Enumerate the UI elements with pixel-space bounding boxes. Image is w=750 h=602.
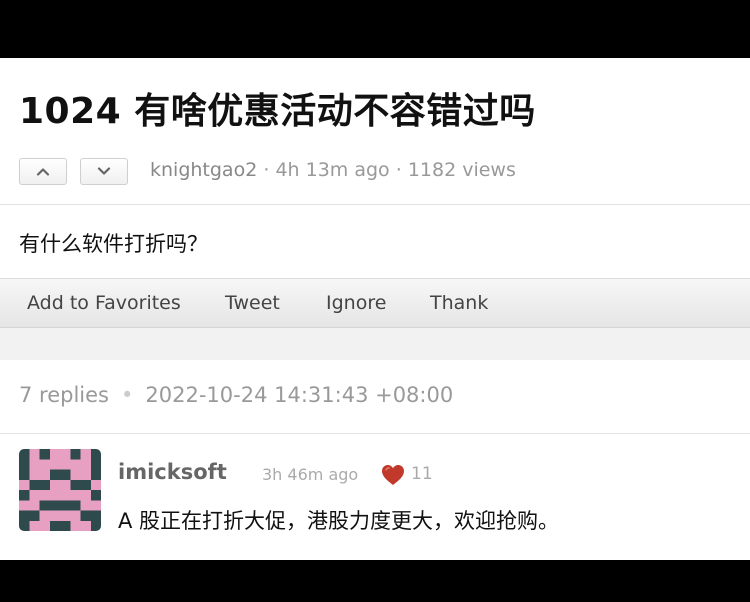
topic-box: 1024 有啥优惠活动不容错过吗 knightgao2 · 4h 13m ago… [0,58,750,328]
upvote-button[interactable] [19,158,67,185]
replies-box: 7 replies • 2022-10-24 14:31:43 +08:00 i… [0,360,750,560]
chevron-down-icon [97,167,111,175]
reply-time: 3h 46m ago [262,465,359,484]
meta-separator: · [395,159,408,181]
thank-link[interactable]: Thank [430,292,488,314]
meta-separator: · [263,159,276,181]
page: 1024 有啥优惠活动不容错过吗 knightgao2 · 4h 13m ago… [0,58,750,560]
downvote-button[interactable] [80,158,128,185]
topic-content: 有什么软件打折吗？ [19,232,208,256]
topic-meta: knightgao2 · 4h 13m ago · 1182 views [150,159,516,181]
heart-icon[interactable] [381,464,405,486]
reply-content: A 股正在打折大促，港股力度更大，欢迎抢购。 [118,509,560,533]
divider [0,433,750,434]
add-to-favorites-link[interactable]: Add to Favorites [27,292,181,314]
tweet-link[interactable]: Tweet [225,292,280,314]
bottom-black-bar [0,560,750,602]
topic-author-link[interactable]: knightgao2 [150,159,257,181]
replies-header: 7 replies • 2022-10-24 14:31:43 +08:00 [19,383,453,407]
avatar[interactable] [19,449,101,531]
chevron-up-icon [36,168,50,176]
top-black-bar [0,0,750,58]
topic-views: 1182 views [407,159,516,181]
like-count: 11 [411,464,433,484]
divider [0,204,750,205]
topic-action-bar: Add to Favorites Tweet Ignore Thank [0,278,750,328]
reply-count: 7 replies [19,383,109,407]
header-separator: • [121,383,134,407]
reply-timestamp: 2022-10-24 14:31:43 +08:00 [145,383,454,407]
reply-username[interactable]: imicksoft [118,460,227,484]
topic-age: 4h 13m ago [275,159,390,181]
topic-title: 1024 有啥优惠活动不容错过吗 [19,91,536,132]
ignore-link[interactable]: Ignore [326,292,386,314]
